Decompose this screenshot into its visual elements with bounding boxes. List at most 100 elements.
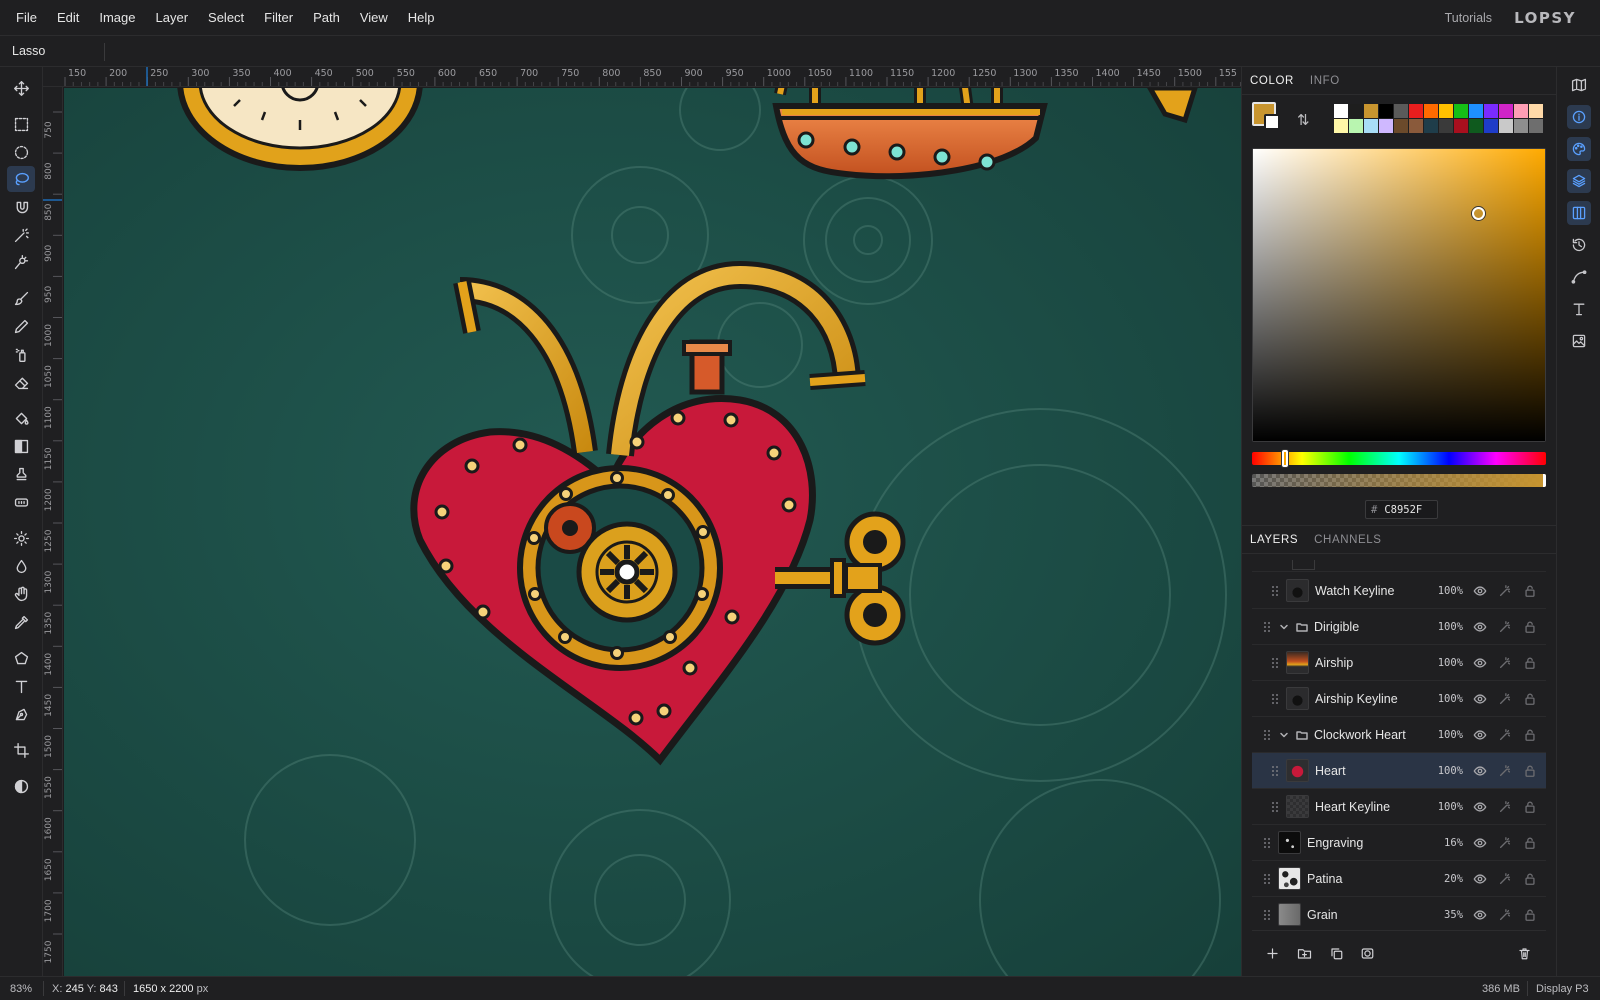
color-swatch[interactable] [1484,119,1498,133]
color-swatch[interactable] [1364,104,1378,118]
magnetic-lasso-tool[interactable] [7,194,35,220]
layer-row[interactable]: Airship Keyline 100% [1252,681,1546,717]
lock-toggle[interactable] [1517,620,1542,634]
color-swatch[interactable] [1529,119,1543,133]
layer-row[interactable]: Heart 100% [1252,753,1546,789]
pencil-tool[interactable] [7,313,35,339]
shape-tool[interactable] [7,645,35,671]
color-swatch[interactable] [1454,119,1468,133]
mask-toggle-tool[interactable] [7,773,35,799]
spray-tool[interactable] [7,341,35,367]
navigator-button[interactable] [1567,73,1591,97]
menu-image[interactable]: Image [89,10,145,25]
saturation-value-picker[interactable] [1252,148,1546,442]
zoom-level[interactable]: 83% [10,983,32,995]
menu-filter[interactable]: Filter [254,10,303,25]
color-swatch[interactable] [1334,119,1348,133]
visibility-toggle[interactable] [1467,656,1492,670]
eraser-tool[interactable] [7,369,35,395]
channels-button[interactable] [1567,201,1591,225]
clone-stamp-tool[interactable] [7,461,35,487]
layer-effects-button[interactable] [1492,692,1517,706]
color-swatch[interactable] [1409,119,1423,133]
heal-tool[interactable] [7,489,35,515]
layer-effects-button[interactable] [1492,656,1517,670]
smudge-tool[interactable] [7,581,35,607]
swap-colors-icon[interactable]: ⇅ [1297,111,1310,129]
color-swatch[interactable] [1349,119,1363,133]
menu-path[interactable]: Path [303,10,350,25]
duplicate-layer-button[interactable] [1326,943,1346,963]
lock-toggle[interactable] [1517,908,1542,922]
paths-button[interactable] [1567,265,1591,289]
layer-row[interactable]: Engraving 16% [1252,825,1546,861]
burn-tool[interactable] [7,553,35,579]
pen-tool[interactable] [7,701,35,727]
visibility-toggle[interactable] [1467,872,1492,886]
lasso-tool[interactable] [7,166,35,192]
layer-row[interactable]: Patina 20% [1252,861,1546,897]
layers-button[interactable] [1567,169,1591,193]
drag-handle[interactable] [1262,621,1272,633]
text-tool[interactable] [7,673,35,699]
image-adjust-button[interactable] [1567,329,1591,353]
color-swatch[interactable] [1379,104,1393,118]
drag-handle[interactable] [1270,693,1280,705]
layer-opacity[interactable]: 100% [1423,801,1463,813]
drag-handle[interactable] [1262,909,1272,921]
menu-layer[interactable]: Layer [146,10,199,25]
alpha-slider[interactable] [1252,474,1546,487]
color-swatch[interactable] [1364,119,1378,133]
magic-wand-tool[interactable] [7,222,35,248]
color-swatch[interactable] [1529,104,1543,118]
layer-opacity[interactable]: 100% [1423,729,1463,741]
drag-handle[interactable] [1270,657,1280,669]
tutorials-link[interactable]: Tutorials [1445,11,1492,25]
layer-effects-button[interactable] [1492,728,1517,742]
lock-toggle[interactable] [1517,836,1542,850]
color-swatch[interactable] [1379,119,1393,133]
visibility-toggle[interactable] [1467,836,1492,850]
color-swatch[interactable] [1499,119,1513,133]
visibility-toggle[interactable] [1467,584,1492,598]
drag-handle[interactable] [1270,801,1280,813]
new-group-button[interactable] [1294,943,1314,963]
paint-bucket-tool[interactable] [7,405,35,431]
layer-effects-button[interactable] [1492,908,1517,922]
tab-color[interactable]: COLOR [1242,67,1302,94]
type-button[interactable] [1567,297,1591,321]
color-swatch[interactable] [1514,119,1528,133]
color-swatch[interactable] [1424,104,1438,118]
color-swatch[interactable] [1439,119,1453,133]
layer-effects-button[interactable] [1492,764,1517,778]
drag-handle[interactable] [1270,765,1280,777]
tab-channels[interactable]: CHANNELS [1306,526,1389,553]
move-tool[interactable] [7,75,35,101]
layer-opacity[interactable]: 100% [1423,765,1463,777]
group-toggle[interactable] [1276,621,1292,633]
info-button[interactable] [1567,105,1591,129]
lock-toggle[interactable] [1517,764,1542,778]
layer-opacity[interactable]: 35% [1423,909,1463,921]
color-swatch[interactable] [1394,104,1408,118]
menu-view[interactable]: View [350,10,398,25]
alpha-handle[interactable] [1543,474,1546,487]
color-palette-button[interactable] [1567,137,1591,161]
layer-opacity[interactable]: 20% [1423,873,1463,885]
lock-toggle[interactable] [1517,728,1542,742]
layer-opacity[interactable]: 100% [1423,657,1463,669]
rect-marquee-tool[interactable] [7,111,35,137]
hue-slider[interactable] [1252,450,1546,467]
layer-group-row[interactable]: Clockwork Heart 100% [1252,717,1546,753]
color-swatch[interactable] [1469,119,1483,133]
layer-opacity[interactable]: 16% [1423,837,1463,849]
layer-row[interactable]: Airship 100% [1252,645,1546,681]
lock-toggle[interactable] [1517,800,1542,814]
layer-row[interactable]: Heart Keyline 100% [1252,789,1546,825]
layer-row[interactable]: Grain 35% [1252,897,1546,927]
layer-opacity[interactable]: 100% [1423,585,1463,597]
document-canvas[interactable] [64,88,1241,976]
visibility-toggle[interactable] [1467,728,1492,742]
menu-help[interactable]: Help [398,10,445,25]
color-swatch[interactable] [1439,104,1453,118]
